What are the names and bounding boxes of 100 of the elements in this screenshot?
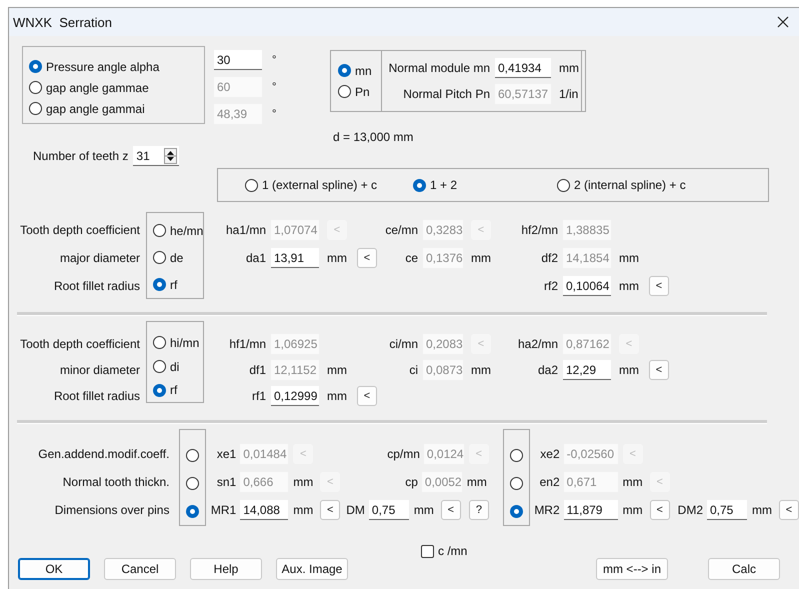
field-label: DM xyxy=(346,503,365,517)
radio-button[interactable] xyxy=(186,448,200,462)
unit-label: 1/in xyxy=(559,87,578,101)
radio-option[interactable]: de xyxy=(153,247,184,268)
field-label: df1 xyxy=(248,363,266,377)
small-button[interactable]: ? xyxy=(468,500,489,520)
close-icon[interactable] xyxy=(777,16,789,28)
radio-button[interactable] xyxy=(186,476,200,490)
radio-option[interactable]: rf xyxy=(153,274,178,295)
input-field[interactable]: 30 xyxy=(214,50,262,70)
radio-option[interactable]: rf xyxy=(153,380,178,401)
unit-label: mm xyxy=(293,503,314,517)
field-label: hf1/mn xyxy=(228,337,266,351)
dialog-button[interactable]: Cancel xyxy=(104,558,176,580)
radio-option[interactable]: 1 (external spline) + c xyxy=(245,174,413,196)
small-button[interactable]: < xyxy=(320,500,340,520)
field-label: da1 xyxy=(244,251,266,265)
unit-label: mm xyxy=(471,251,492,265)
unit-label: ° xyxy=(272,81,276,93)
field-label: hf2/mn xyxy=(520,223,558,237)
spin-arrows-icon[interactable] xyxy=(164,148,178,164)
field-label: ci/mn xyxy=(388,337,418,351)
unit-label: mm xyxy=(752,503,773,517)
dialog-button[interactable]: OK xyxy=(18,558,90,580)
small-button[interactable]: < xyxy=(357,248,377,268)
dialog-button[interactable]: mm <--> in xyxy=(596,558,668,580)
radio-button[interactable] xyxy=(510,504,523,518)
spin-field[interactable]: 31 xyxy=(133,146,180,166)
row-label: minor diameter xyxy=(60,363,140,377)
field-label: rf2 xyxy=(542,279,558,293)
field-label: xe2 xyxy=(539,447,560,461)
small-button[interactable]: < xyxy=(440,500,461,520)
radio-option[interactable]: hi/mn xyxy=(153,332,200,354)
unit-label: mm xyxy=(414,503,435,517)
row-label: Tooth depth coefficient xyxy=(20,223,140,237)
field-label: cp/mn xyxy=(387,447,420,461)
small-button[interactable]: < xyxy=(650,500,670,520)
field-label: ha2/mn xyxy=(516,337,558,351)
input-field[interactable]: 11,879 xyxy=(564,500,618,520)
dialog-button[interactable]: Help xyxy=(190,558,262,580)
dialog-button[interactable]: Calc xyxy=(708,558,780,580)
radio-button[interactable] xyxy=(510,448,523,462)
field-label: ce xyxy=(404,251,418,265)
field-label: MR2 xyxy=(533,503,560,517)
field-label: da2 xyxy=(536,363,558,377)
field-label: ce/mn xyxy=(384,223,418,237)
radio-option[interactable]: di xyxy=(153,356,180,377)
input-field[interactable]: 0,10064 xyxy=(563,276,611,296)
input-field[interactable]: 0,41934 xyxy=(495,58,551,78)
field-label: ci xyxy=(408,363,418,377)
field-label: DM2 xyxy=(678,503,703,517)
row-label: Root fillet radius xyxy=(54,279,140,293)
row-label: Tooth depth coefficient xyxy=(20,337,140,351)
field-label: cp xyxy=(405,475,418,489)
unit-label: mm xyxy=(471,363,492,377)
unit-label: mm xyxy=(619,363,640,377)
unit-label: mm xyxy=(619,251,640,265)
field-label: xe1 xyxy=(216,447,236,461)
unit-label: mm xyxy=(622,503,644,517)
radio-option[interactable]: Pressure angle alpha xyxy=(29,56,204,77)
input-field[interactable]: 14,088 xyxy=(240,500,288,520)
field-label: Normal module mn xyxy=(388,61,490,75)
unit-label: mm xyxy=(559,61,579,75)
small-button[interactable]: < xyxy=(779,500,799,520)
unit-label: mm xyxy=(619,279,640,293)
field-label: rf1 xyxy=(250,389,266,403)
radio-option[interactable]: he/mn xyxy=(153,220,204,241)
radio-option[interactable]: mn xyxy=(338,60,381,81)
row-label: Normal tooth thickn. xyxy=(62,475,170,489)
row-label: Root fillet radius xyxy=(54,389,140,403)
checkbox-option[interactable]: c /mn xyxy=(421,544,468,558)
window-title: WNXK Serration xyxy=(13,14,112,30)
unit-label: mm xyxy=(327,389,348,403)
input-field[interactable]: 0,75 xyxy=(368,500,409,520)
radio-button[interactable] xyxy=(510,476,523,490)
input-field[interactable]: 0,75 xyxy=(707,500,747,520)
row-label: Dimensions over pins xyxy=(54,503,170,517)
unit-label: mm xyxy=(327,363,348,377)
field-label: ha1/mn xyxy=(224,223,266,237)
field-label: Number of teeth z xyxy=(33,149,128,163)
radio-option[interactable]: 1 + 2 xyxy=(413,174,557,196)
input-field[interactable]: 12,29 xyxy=(563,360,611,380)
unit-label: mm xyxy=(293,475,314,489)
field-label: en2 xyxy=(538,475,560,489)
dialog-button[interactable]: Aux. Image xyxy=(276,558,348,580)
small-button[interactable]: < xyxy=(649,276,669,296)
unit-label: ° xyxy=(272,108,276,120)
radio-option[interactable]: Pn xyxy=(338,81,381,102)
field-label: MR1 xyxy=(210,503,236,517)
radio-button[interactable] xyxy=(186,504,200,518)
field-label: sn1 xyxy=(216,475,236,489)
input-field[interactable]: 13,91 xyxy=(271,248,319,268)
row-label: Gen.addend.modif.coeff. xyxy=(38,447,170,461)
diameter-text: d = 13,000 mm xyxy=(333,130,414,144)
field-label: Normal Pitch Pn xyxy=(402,87,490,101)
unit-label: ° xyxy=(272,54,276,66)
input-field[interactable]: 0,12999 xyxy=(271,386,319,406)
radio-option[interactable]: 2 (internal spline) + c xyxy=(557,174,686,196)
small-button[interactable]: < xyxy=(357,386,377,406)
small-button[interactable]: < xyxy=(649,360,669,380)
